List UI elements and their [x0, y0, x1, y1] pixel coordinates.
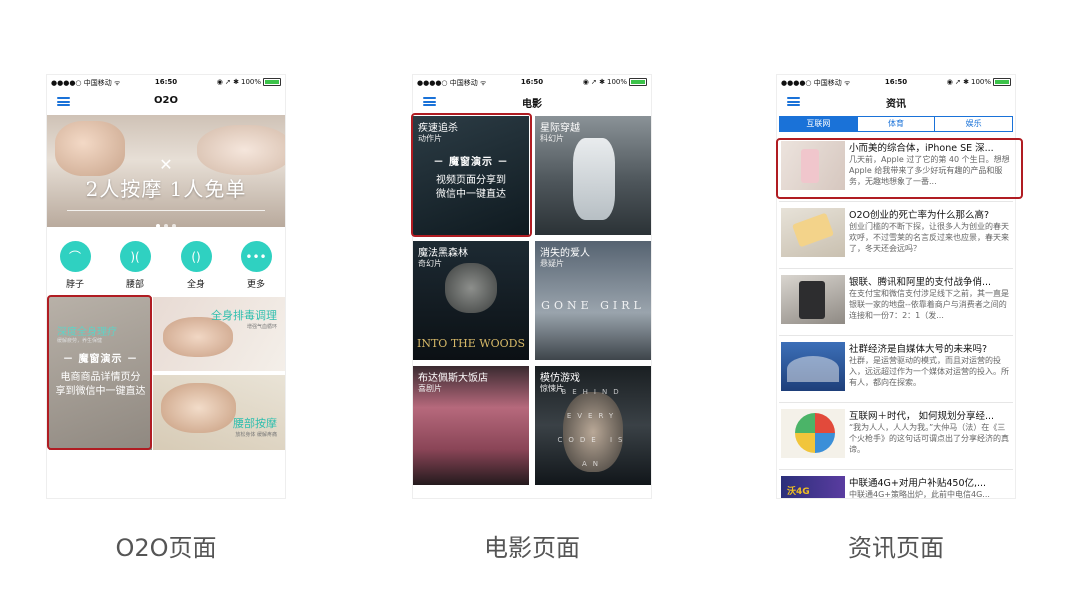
status-icons: ◉ ➚ ✱ [582, 78, 605, 86]
battery-percent: 100% [240, 78, 261, 86]
news-item[interactable]: O2O创业的死亡率为什么那么高? 创业门槛的不断下探，让很多人为创业的春天欢呼，… [779, 202, 1013, 269]
caption-news: 资讯页面 [848, 534, 944, 562]
movie-genre: 科幻片 [540, 134, 564, 143]
news-thumbnail: 沃4G [781, 476, 845, 498]
news-summary: 中联通4G+策略出炉，此前中电信4G... [849, 490, 990, 498]
carousel-dots[interactable] [47, 213, 285, 227]
news-tabs: 互联网 体育 娱乐 [779, 116, 1013, 132]
more-icon: ••• [240, 241, 272, 272]
category-body[interactable]: () 全身 [176, 241, 216, 290]
movie-title: 消失的爱人 [540, 248, 590, 259]
category-neck[interactable]: ⌒ 脖子 [55, 241, 95, 290]
category-label: 腰部 [125, 280, 144, 290]
caption-o2o: O2O页面 [115, 534, 217, 562]
battery-indicator: ◉ ➚ ✱ 100% [217, 78, 281, 86]
promo-subtitle: 放松身体 缓解疼痛 [235, 432, 277, 438]
news-item[interactable]: 社群经济是自媒体大号的未来吗? 社群，是运营驱动的模式，而且对运营的投入，远远超… [779, 336, 1013, 403]
movie-card[interactable]: 布达佩斯大饭店 喜剧片 [413, 366, 529, 485]
battery-percent: 100% [970, 78, 991, 86]
news-summary: 创业门槛的不断下探，让很多人为创业的春天欢呼，不过雪莱的名言反过来也应景，春天来… [849, 222, 1009, 253]
battery-icon [263, 78, 281, 86]
promo-title: 全身排毒调理 [211, 309, 277, 322]
category-label: 脖子 [65, 280, 84, 290]
caption-movie: 电影页面 [484, 534, 580, 562]
banner-close-symbol: ✕ [159, 155, 173, 174]
status-icons: ◉ ➚ ✱ [946, 78, 969, 86]
promo-title: 腰部按摩 [233, 417, 277, 430]
tab-sports[interactable]: 体育 [856, 117, 935, 131]
highlight-box-movie [411, 113, 532, 237]
news-thumbnail [781, 275, 845, 324]
promo-subtitle: 增强气血循环 [246, 324, 277, 330]
category-label: 更多 [246, 280, 265, 290]
news-item[interactable]: 互联网＋时代， 如何规划分享经... “我为人人，人人为我。”大仲马（法）在《三… [779, 403, 1013, 470]
movie-poster-text: BEHIND EVERY CODE IS AN [557, 388, 629, 468]
news-summary: 社群，是运营驱动的模式，而且对运营的投入，远远超过作为一个媒体对运营的投入。所有… [849, 356, 1009, 387]
status-bar: ●●●●○ 中国移动 ᯤ 16:50 ◉ ➚ ✱ 100% [413, 75, 651, 89]
battery-icon [993, 78, 1011, 86]
navbar: 资讯 [777, 89, 1015, 115]
battery-indicator: ◉ ➚ ✱ 100% [947, 78, 1011, 86]
news-thumbnail [781, 208, 845, 257]
news-item[interactable]: 银联、腾讯和阿里的支付战争俏... 在支付宝和微信支付涉足线下之前，其一直是银联… [779, 269, 1013, 336]
highlight-box-o2o [47, 295, 152, 450]
battery-icon [629, 78, 647, 86]
tab-entertainment[interactable]: 娱乐 [934, 117, 1012, 131]
page-title: 资讯 [886, 99, 906, 110]
category-row: ⌒ 脖子 )( 腰部 () 全身 ••• 更多 [47, 241, 285, 293]
highlight-box-news [776, 138, 1023, 199]
waist-icon: )( [119, 241, 151, 272]
movie-genre: 喜剧片 [418, 384, 442, 393]
movie-card[interactable]: 模仿游戏 惊悚片 BEHIND EVERY CODE IS AN [535, 366, 651, 485]
news-title: 社群经济是自媒体大号的未来吗? [849, 344, 988, 355]
status-icons: ◉ ➚ ✱ [216, 78, 239, 86]
movie-title: 布达佩斯大饭店 [418, 373, 488, 384]
promo-detox[interactable]: 全身排毒调理 增强气血循环 [153, 297, 285, 371]
movie-title: 星际穿越 [540, 123, 580, 134]
status-bar: ●●●●○ 中国移动 ᯤ 16:50 ◉ ➚ ✱ 100% [777, 75, 1015, 89]
tab-internet[interactable]: 互联网 [780, 117, 857, 131]
news-title: 中联通4G+对用户补贴450亿,... [849, 478, 987, 489]
news-title: 互联网＋时代， 如何规划分享经... [849, 411, 995, 422]
navbar: 电影 [413, 89, 651, 115]
news-item[interactable]: 沃4G 中联通4G+对用户补贴450亿,... 中联通4G+策略出炉，此前中电信… [779, 470, 1013, 498]
battery-indicator: ◉ ➚ ✱ 100% [583, 78, 647, 86]
navbar: O2O [47, 89, 285, 115]
news-title: O2O创业的死亡率为什么那么高? [849, 210, 990, 221]
banner-divider [67, 210, 265, 211]
movie-card[interactable]: 魔法黑森林 奇幻片 INTO THE WOODS [413, 241, 529, 360]
movie-genre: 悬疑片 [540, 259, 564, 268]
banner-text: 2人按摩 1人免单 [85, 177, 247, 201]
news-thumbnail [781, 409, 845, 458]
category-label: 全身 [186, 280, 205, 290]
news-summary: “我为人人，人人为我。”大仲马（法）在《三个火枪手》的这句话可谓点出了分享经济的… [849, 423, 1009, 454]
movie-card[interactable]: 消失的爱人 悬疑片 GONE GIRL [535, 241, 651, 360]
page-title: O2O [154, 95, 178, 106]
movie-poster-text: INTO THE WOODS [417, 337, 525, 350]
category-more[interactable]: ••• 更多 [236, 241, 276, 290]
movie-genre: 奇幻片 [418, 259, 442, 268]
movie-poster-text: GONE GIRL [541, 299, 645, 312]
promo-waist-massage[interactable]: 腰部按摩 放松身体 缓解疼痛 [153, 375, 285, 450]
movie-card[interactable]: 星际穿越 科幻片 [535, 116, 651, 235]
news-title: 银联、腾讯和阿里的支付战争俏... [849, 277, 992, 288]
news-summary: 在支付宝和微信支付涉足线下之前，其一直是银联一家的地盘--依靠着商户与消费者之间… [849, 289, 1009, 320]
movie-title: 魔法黑森林 [418, 248, 468, 259]
page-title: 电影 [522, 99, 542, 110]
battery-percent: 100% [606, 78, 627, 86]
news-thumbnail [781, 342, 845, 391]
status-bar: ●●●●○ 中国移动 ᯤ 16:50 ◉ ➚ ✱ 100% [47, 75, 285, 89]
body-icon: () [180, 241, 212, 272]
category-waist[interactable]: )( 腰部 [115, 241, 155, 290]
promo-banner[interactable]: ✕ 2人按摩 1人免单 [47, 115, 285, 227]
neck-icon: ⌒ [59, 241, 91, 272]
